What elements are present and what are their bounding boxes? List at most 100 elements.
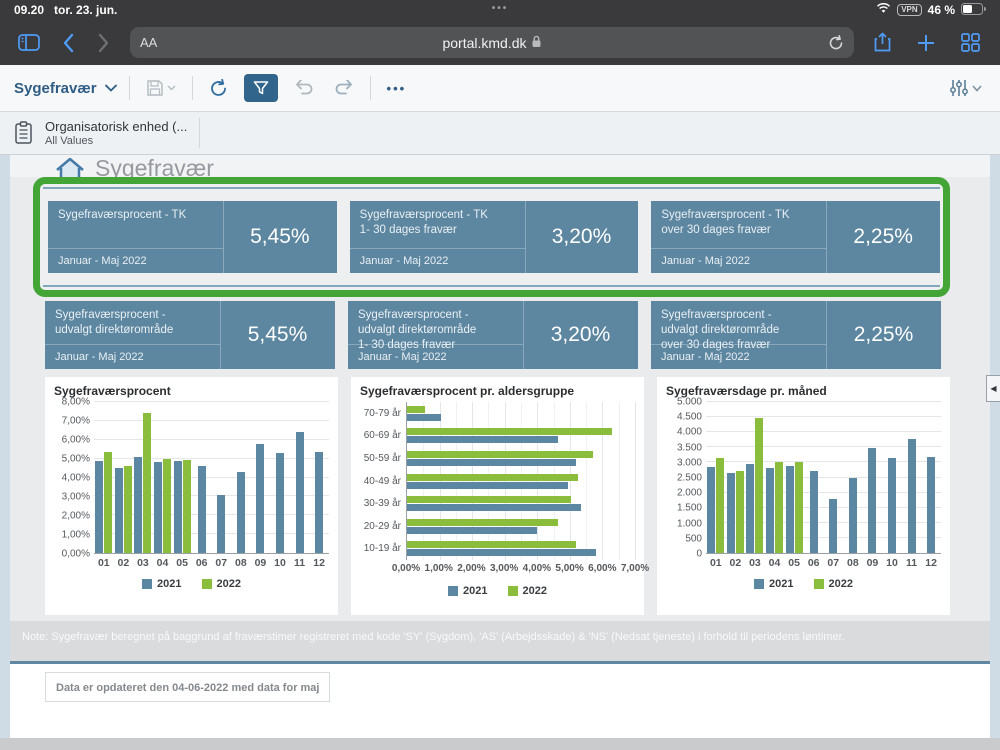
legend-swatch <box>142 579 152 589</box>
legend-item-2022[interactable]: 2022 <box>814 578 853 590</box>
bar-2021-06[interactable] <box>198 466 206 553</box>
kpi-card-tk-over-30[interactable]: Sygefraværsprocent - TK over 30 dages fr… <box>651 201 940 273</box>
legend-item-2021[interactable]: 2021 <box>448 585 487 597</box>
legend-item-2021[interactable]: 2021 <box>754 578 793 590</box>
kpi-card-dir-over-30[interactable]: Sygefraværsprocent - udvalgt direktøromr… <box>651 301 941 369</box>
bar-2021-60-69 år[interactable] <box>407 436 558 443</box>
bar-2022-02[interactable] <box>736 471 744 553</box>
bar-2021-40-49 år[interactable] <box>407 482 568 489</box>
address-bar[interactable]: AA portal.kmd.dk <box>130 27 854 58</box>
bar-2021-02[interactable] <box>727 473 735 553</box>
legend-label: 2022 <box>217 578 241 590</box>
save-button[interactable] <box>142 75 180 101</box>
bar-2021-70-79 år[interactable] <box>407 414 441 421</box>
legend-label: 2022 <box>523 585 547 597</box>
share-button[interactable] <box>874 32 891 53</box>
bar-2021-10[interactable] <box>888 458 896 553</box>
kpi-card-tk-total[interactable]: Sygefraværsprocent - TK Januar - Maj 202… <box>48 201 337 273</box>
back-button[interactable] <box>62 33 75 53</box>
bar-2022-20-29 år[interactable] <box>407 519 558 526</box>
bar-2022-03[interactable] <box>143 413 151 553</box>
x-tick-label: 4,00% <box>523 563 551 574</box>
bar-2021-09[interactable] <box>868 448 876 553</box>
bar-2021-07[interactable] <box>217 495 225 554</box>
bar-2021-06[interactable] <box>810 471 818 553</box>
kpi-value: 2,25% <box>826 201 940 273</box>
bar-2022-05[interactable] <box>795 462 803 553</box>
redo-button[interactable] <box>330 76 358 100</box>
legend-item-2022[interactable]: 2022 <box>202 578 241 590</box>
y-tick-label: 3,00% <box>62 492 90 503</box>
reload-button[interactable] <box>828 35 844 51</box>
filter-button[interactable] <box>244 74 278 102</box>
legend-swatch <box>754 579 764 589</box>
forward-button[interactable] <box>97 33 110 53</box>
bar-group-08 <box>843 402 863 553</box>
bar-2021-09[interactable] <box>256 444 264 553</box>
bar-2021-03[interactable] <box>746 464 754 553</box>
bar-2021-20-29 år[interactable] <box>407 527 537 534</box>
kpi-title: Sygefraværsprocent - TK 1- 30 dages frav… <box>360 208 515 238</box>
bar-2021-05[interactable] <box>786 466 794 553</box>
bar-2022-04[interactable] <box>775 462 783 553</box>
bar-2021-08[interactable] <box>237 472 245 553</box>
bar-2021-50-59 år[interactable] <box>407 459 576 466</box>
bar-2022-04[interactable] <box>163 459 171 553</box>
kpi-card-dir-1-30[interactable]: Sygefraværsprocent - udvalgt direktøromr… <box>348 301 638 369</box>
bar-2021-03[interactable] <box>134 457 142 553</box>
bar-2022-03[interactable] <box>755 418 763 553</box>
kpi-title: Sygefraværsprocent - TK over 30 dages fr… <box>661 208 816 238</box>
view-settings-button[interactable] <box>945 75 986 101</box>
bar-2022-30-39 år[interactable] <box>407 496 571 503</box>
bar-2021-05[interactable] <box>174 461 182 553</box>
bar-2021-08[interactable] <box>849 478 857 554</box>
kpi-card-tk-1-30[interactable]: Sygefraværsprocent - TK 1- 30 dages frav… <box>350 201 639 273</box>
toolbar-divider <box>370 76 371 100</box>
bar-2022-02[interactable] <box>124 466 132 553</box>
bar-2022-05[interactable] <box>183 460 191 553</box>
bar-2022-01[interactable] <box>716 458 724 553</box>
bar-2021-10-19 år[interactable] <box>407 549 596 556</box>
vchart-plot: 0,00%1,00%2,00%3,00%4,00%5,00%6,00%7,00%… <box>54 402 329 554</box>
refresh-button[interactable] <box>205 75 232 102</box>
bar-2021-04[interactable] <box>154 462 162 553</box>
battery-percent: 46 % <box>928 3 955 17</box>
bar-2022-01[interactable] <box>104 452 112 553</box>
y-tick-label: 2.500 <box>677 473 702 484</box>
legend-item-2021[interactable]: 2021 <box>142 578 181 590</box>
filter-org-unit[interactable]: Organisatorisk enhed (... All Values <box>14 119 187 147</box>
bar-2022-60-69 år[interactable] <box>407 428 612 435</box>
y-tick-label: 10-19 år <box>360 537 406 560</box>
undo-button[interactable] <box>290 76 318 100</box>
x-tick-label: 04 <box>765 557 785 569</box>
bar-2021-30-39 år[interactable] <box>407 504 581 511</box>
collapse-panel-button[interactable]: ◀ <box>986 375 1000 402</box>
app-title-menu[interactable]: Sygefravær <box>14 80 117 97</box>
more-actions-button[interactable]: ••• <box>383 77 411 100</box>
x-tick-label: 03 <box>133 557 153 569</box>
bar-2021-12[interactable] <box>315 452 323 553</box>
bar-2021-02[interactable] <box>115 468 123 553</box>
wifi-icon <box>876 3 891 17</box>
bar-2022-10-19 år[interactable] <box>407 541 576 548</box>
kpi-card-dir-total[interactable]: Sygefraværsprocent - udvalgt direktøromr… <box>45 301 335 369</box>
bar-2021-07[interactable] <box>829 499 837 553</box>
bar-2022-40-49 år[interactable] <box>407 474 578 481</box>
bar-2021-01[interactable] <box>707 467 715 553</box>
bar-2021-01[interactable] <box>95 461 103 553</box>
bar-2021-11[interactable] <box>296 432 304 553</box>
sidebar-toggle-button[interactable] <box>18 34 40 51</box>
bar-2021-10[interactable] <box>276 453 284 553</box>
bar-2022-50-59 år[interactable] <box>407 451 593 458</box>
kpi-value: 5,45% <box>220 301 335 369</box>
y-tick-label: 4,00% <box>62 473 90 484</box>
reader-view-button[interactable]: AA <box>140 35 157 50</box>
bar-2021-04[interactable] <box>766 468 774 553</box>
bar-2022-70-79 år[interactable] <box>407 406 425 413</box>
new-tab-button[interactable] <box>917 34 935 52</box>
bar-2021-12[interactable] <box>927 457 935 553</box>
x-tick-label: 10 <box>270 557 290 569</box>
tabs-overview-button[interactable] <box>961 33 980 52</box>
bar-2021-11[interactable] <box>908 439 916 553</box>
legend-item-2022[interactable]: 2022 <box>508 585 547 597</box>
